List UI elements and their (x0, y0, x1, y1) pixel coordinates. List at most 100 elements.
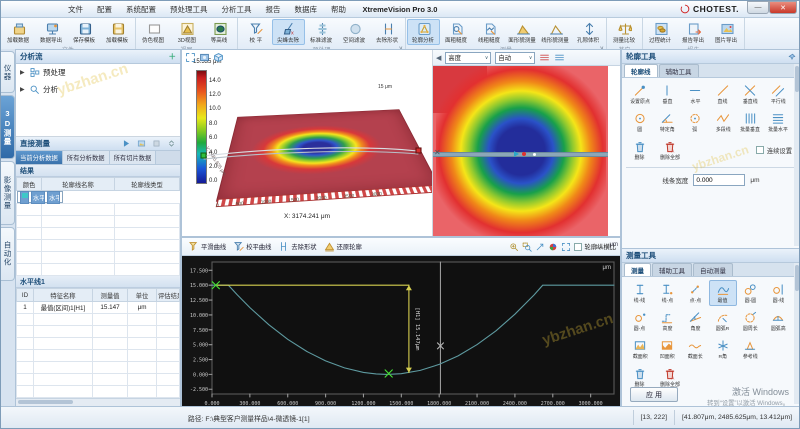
view-2d[interactable]: ◀ 高度∨ 自动∨ ✕ (433, 50, 620, 236)
ribbon-item[interactable]: 面形貌测量 (506, 19, 539, 45)
menu-item[interactable]: 系统配置 (119, 4, 163, 15)
side-tab[interactable]: 3D测量 (1, 95, 15, 159)
tool-cell[interactable]: 批量水平 (764, 109, 792, 135)
tree-item[interactable]: ▶预处理 (16, 64, 180, 81)
close-button[interactable]: ✕ (769, 1, 797, 14)
tool-cell[interactable]: 最值 (709, 280, 737, 306)
profile-extraction-line-2d[interactable]: ✕ (433, 152, 608, 157)
tool-cell[interactable]: 垂直 (654, 81, 682, 107)
panel-tab[interactable]: 自动测量 (693, 263, 733, 276)
tree-item[interactable]: ▶分析 (16, 81, 180, 98)
cube-view-icon[interactable] (213, 52, 224, 63)
chart-toolbar-button[interactable]: 平滑曲线 (186, 240, 228, 253)
tool-cell[interactable]: 平行线 (764, 81, 792, 107)
tool-cell[interactable]: 圆弧R (709, 308, 737, 334)
ribbon-item[interactable]: 加载模板 (101, 19, 134, 45)
menu-item[interactable]: 数据库 (288, 4, 325, 15)
tool-cell[interactable]: 多段线 (709, 109, 737, 135)
line-width-input[interactable] (693, 174, 745, 186)
tool-cell[interactable]: 弧 (681, 109, 709, 135)
ribbon-item[interactable]: 空间滤波 (338, 19, 371, 45)
tool-cell[interactable]: 垂直线 (737, 81, 765, 107)
tool-cell[interactable]: 删除 (626, 137, 654, 163)
tool-cell[interactable]: 批量垂直 (737, 109, 765, 135)
profile-extraction-line-3d[interactable] (200, 142, 425, 172)
ribbon-item[interactable]: 孔隙体积 (572, 19, 605, 45)
tool-cell[interactable]: 参考线 (737, 336, 765, 362)
apply-button[interactable]: 应 用 (630, 387, 678, 402)
menu-item[interactable]: 帮助 (324, 4, 353, 15)
tool-cell[interactable]: R角 (709, 336, 737, 362)
palette-icon[interactable] (548, 242, 558, 252)
ribbon-item[interactable]: x尖峰去除 (272, 19, 305, 45)
aspect-ratio-checkbox[interactable] (574, 243, 582, 251)
data-tab[interactable]: 所有分析数据 (63, 151, 110, 164)
tool-cell[interactable]: 点-点 (681, 280, 709, 306)
ribbon-item[interactable]: 去除形状 (371, 19, 404, 45)
tool-cell[interactable]: 水平 (681, 81, 709, 107)
panel-tab[interactable]: 轮廓线 (624, 64, 658, 77)
line-center-dot[interactable] (522, 152, 526, 156)
ribbon-item[interactable]: 加载数据 (2, 19, 35, 45)
tool-cell[interactable]: 截面长 (681, 336, 709, 362)
tool-cell[interactable]: 凹面积 (654, 336, 682, 362)
chart-toolbar-button[interactable]: 校平曲线 (231, 240, 273, 253)
tool-cell[interactable]: 线-线 (626, 280, 654, 306)
ribbon-item[interactable]: 面粗糙度 (440, 19, 473, 45)
line-endpoint-red[interactable] (416, 148, 421, 153)
table-row-empty[interactable] (17, 252, 180, 264)
zoom-in-icon[interactable] (509, 242, 519, 252)
red-levels-icon[interactable] (539, 52, 550, 63)
blue-levels-icon[interactable] (554, 52, 565, 63)
side-tab[interactable]: 仪器 (1, 51, 15, 93)
tool-cell[interactable]: 圆-圆 (737, 280, 765, 306)
pan-icon[interactable] (535, 242, 545, 252)
ribbon-item[interactable]: 保存模板 (68, 19, 101, 45)
table-row-empty[interactable] (17, 350, 180, 362)
minimize-button[interactable]: — (747, 1, 769, 14)
horizontal-scrollbar[interactable] (16, 398, 180, 406)
menu-item[interactable]: 文件 (61, 4, 90, 15)
panel-tab[interactable]: 辅助工具 (652, 263, 692, 276)
stop-icon[interactable] (152, 139, 161, 148)
table-row-empty[interactable] (17, 362, 180, 374)
tool-cell[interactable]: 角度 (681, 308, 709, 334)
side-tab[interactable]: 自动化 (1, 227, 15, 281)
tool-cell[interactable]: 圆弧高 (764, 308, 792, 334)
profile-chart[interactable]: μm -2.5000.0002.5005.0007.50010.00012.50… (182, 256, 620, 409)
data-tab[interactable]: 当前分析数据 (16, 151, 63, 164)
table-row-empty[interactable] (17, 240, 180, 252)
tool-cell[interactable]: 高度 (654, 308, 682, 334)
table-row-empty[interactable] (17, 314, 180, 326)
top-view-image[interactable]: ✕ (433, 65, 608, 236)
ribbon-item[interactable]: 测量比较 (608, 19, 641, 45)
scale-mode-select[interactable]: 自动∨ (495, 52, 535, 64)
table-row-empty[interactable] (17, 386, 180, 398)
menu-item[interactable]: 配置 (90, 4, 119, 15)
tool-cell[interactable]: 圆 (626, 109, 654, 135)
panel-tab[interactable]: 测量 (624, 263, 651, 276)
capture-icon[interactable] (199, 52, 210, 63)
ribbon-item[interactable]: 标准滤波 (305, 19, 338, 45)
tool-cell[interactable]: 圆-线 (764, 280, 792, 306)
table-row-empty[interactable] (17, 204, 180, 216)
zoom-select-icon[interactable] (522, 242, 532, 252)
ribbon-item[interactable]: 3D视图 (170, 19, 203, 45)
ribbon-item[interactable]: 过程统计 (644, 19, 677, 45)
line-endpoint-green[interactable] (201, 153, 206, 158)
tree-expand-icon[interactable]: ▶ (20, 69, 26, 76)
ribbon-item[interactable]: 校 平 (239, 19, 272, 45)
line-point-dot[interactable] (533, 153, 536, 156)
checkbox[interactable] (756, 146, 764, 154)
table-row-empty[interactable] (17, 264, 180, 276)
table-row[interactable]: 1最值(区间)1[H1]15.147μm (17, 302, 180, 314)
pin-icon[interactable] (788, 53, 796, 61)
menu-item[interactable]: 分析工具 (215, 4, 259, 15)
ribbon-item[interactable]: 轮廓分析 (407, 19, 440, 45)
tool-cell[interactable]: 直线 (709, 81, 737, 107)
tool-cell[interactable]: 设置原点 (626, 81, 654, 107)
menu-item[interactable]: 预处理工具 (163, 4, 215, 15)
table-row-empty[interactable] (17, 228, 180, 240)
expand-icon[interactable] (167, 139, 176, 148)
tool-cell[interactable]: 圆周长 (737, 308, 765, 334)
